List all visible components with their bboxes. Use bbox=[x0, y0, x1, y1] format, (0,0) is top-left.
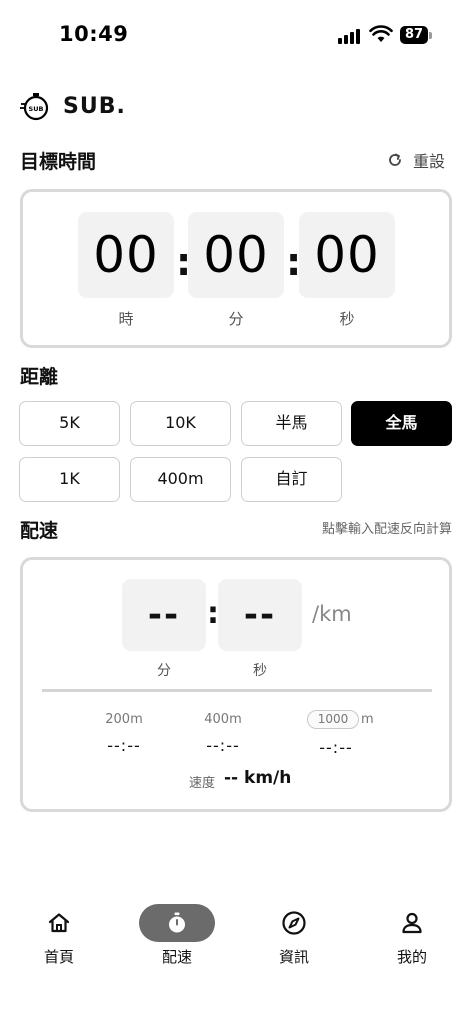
battery-indicator: 87 bbox=[400, 26, 428, 44]
distance-heading: 距離 bbox=[20, 366, 59, 388]
reset-button[interactable]: 重設 bbox=[387, 148, 445, 172]
pace-card: -- : -- /km 分 秒 200m --:-- 400m --:-- 10… bbox=[20, 557, 452, 812]
nav-label-pace: 配速 bbox=[161, 948, 192, 966]
nav-label-home: 首頁 bbox=[43, 948, 74, 966]
home-icon bbox=[48, 913, 70, 933]
nav-item-home[interactable]: 首頁 bbox=[14, 900, 104, 967]
custom-split-distance-input[interactable]: 1000 bbox=[307, 710, 359, 729]
pace-seconds-input[interactable]: -- bbox=[218, 579, 302, 651]
distance-chip-5k[interactable]: 5K bbox=[19, 401, 120, 446]
status-bar: 10:49 87 bbox=[0, 0, 473, 70]
app-header: SUB SUB. bbox=[20, 88, 126, 124]
stopwatch-icon bbox=[169, 912, 185, 933]
nav-item-pace[interactable]: 配速 bbox=[132, 900, 222, 967]
target-time-card: 00 : 00 : 00 時 分 秒 bbox=[20, 189, 452, 348]
nav-label-info: 資訊 bbox=[278, 948, 309, 966]
nav-item-info[interactable]: 資訊 bbox=[249, 900, 339, 967]
minutes-label: 分 bbox=[228, 310, 244, 328]
minutes-input[interactable]: 00 bbox=[188, 212, 284, 298]
distance-chip-full-marathon[interactable]: 全馬 bbox=[351, 401, 452, 446]
distance-chip-400m[interactable]: 400m bbox=[130, 457, 231, 502]
app-title: SUB. bbox=[63, 93, 126, 119]
pace-heading: 配速 bbox=[20, 520, 59, 542]
seconds-input[interactable]: 00 bbox=[299, 212, 395, 298]
compass-icon bbox=[282, 911, 306, 935]
divider bbox=[42, 689, 432, 692]
split-time-400m: --:-- bbox=[206, 736, 240, 755]
pace-seconds-label: 秒 bbox=[253, 663, 267, 679]
hours-label: 時 bbox=[118, 310, 134, 328]
nav-item-profile[interactable]: 我的 bbox=[367, 900, 457, 967]
svg-text:SUB: SUB bbox=[29, 105, 44, 113]
refresh-icon bbox=[389, 153, 401, 166]
cellular-signal-icon bbox=[338, 28, 362, 44]
distance-chip-10k[interactable]: 10K bbox=[130, 401, 231, 446]
hours-input[interactable]: 00 bbox=[78, 212, 174, 298]
pace-unit: /km bbox=[312, 602, 352, 626]
wifi-icon bbox=[369, 25, 393, 42]
battery-tip bbox=[429, 32, 432, 39]
pace-hint: 點擊輸入配速反向計算 bbox=[321, 522, 452, 537]
pace-minutes-input[interactable]: -- bbox=[122, 579, 206, 651]
reset-label: 重設 bbox=[412, 152, 445, 171]
split-distance-400m: 400m bbox=[204, 712, 242, 727]
stopwatch-logo-icon: SUB bbox=[20, 93, 49, 121]
split-time-200m: --:-- bbox=[107, 736, 141, 755]
bottom-nav: 首頁 配速 資訊 我的 bbox=[0, 900, 473, 980]
distance-chip-custom[interactable]: 自訂 bbox=[241, 457, 342, 502]
nav-label-profile: 我的 bbox=[396, 948, 427, 966]
speed-label: 速度 bbox=[189, 776, 216, 791]
split-time-custom: --:-- bbox=[319, 738, 353, 757]
distance-chip-half-marathon[interactable]: 半馬 bbox=[241, 401, 342, 446]
status-time: 10:49 bbox=[59, 22, 129, 46]
custom-split-unit: m bbox=[361, 712, 374, 727]
split-distance-200m: 200m bbox=[105, 712, 143, 727]
target-time-heading: 目標時間 bbox=[20, 151, 97, 173]
speed-value: -- km/h bbox=[224, 768, 292, 788]
pace-minutes-label: 分 bbox=[157, 663, 171, 679]
user-icon bbox=[402, 912, 422, 934]
seconds-label: 秒 bbox=[339, 310, 355, 328]
distance-chip-1k[interactable]: 1K bbox=[19, 457, 120, 502]
